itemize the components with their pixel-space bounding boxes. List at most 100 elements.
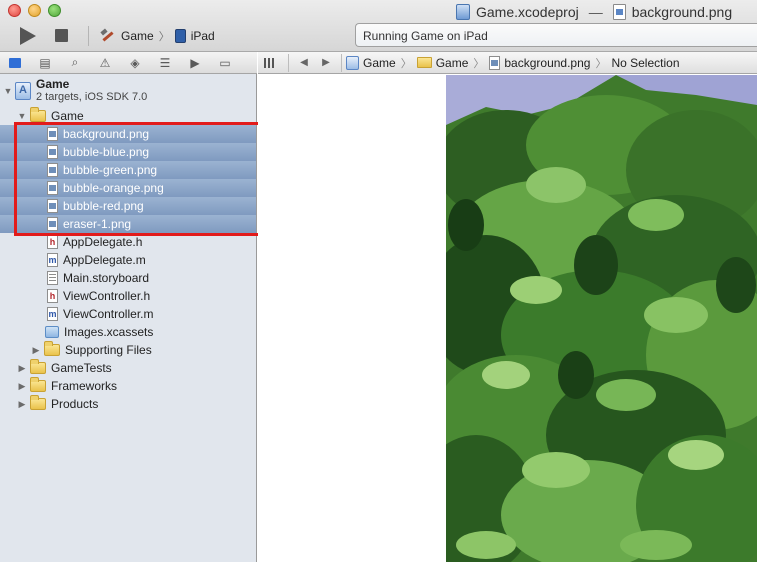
breadcrumb-label: Game xyxy=(363,55,396,70)
breakpoint-navigator-tab[interactable]: ▶ xyxy=(180,52,210,74)
file-label: ViewController.m xyxy=(63,307,154,321)
implementation-file-icon: m xyxy=(47,253,58,267)
file-row[interactable]: Images.xcassets xyxy=(0,323,256,341)
breakpoint-icon: ▶ xyxy=(190,55,200,70)
breadcrumb-label: Game xyxy=(435,55,469,70)
file-row[interactable]: h ViewController.h xyxy=(0,287,256,305)
toolbar-divider xyxy=(88,26,89,46)
chevron-right-icon: 〉 xyxy=(595,57,607,70)
test-diamond-icon: ◈ xyxy=(130,55,140,70)
breadcrumb-label: No Selection xyxy=(611,55,680,70)
folder-icon xyxy=(9,57,21,68)
jungle-image xyxy=(446,75,757,562)
header-file-icon: h xyxy=(47,289,58,303)
window-file-name: background.png xyxy=(631,4,733,20)
file-row[interactable]: m AppDelegate.m xyxy=(0,251,256,269)
png-file-icon xyxy=(489,55,501,70)
debug-navigator-tab[interactable]: ☰ xyxy=(150,52,180,74)
jumpbar-divider xyxy=(288,53,289,72)
highlight-annotation-box xyxy=(14,122,275,236)
group-row-products[interactable]: ▶ Products xyxy=(0,395,256,413)
disclosure-collapsed-icon[interactable]: ▶ xyxy=(17,399,27,410)
file-label: ViewController.h xyxy=(63,289,151,303)
activity-viewer: Running Game on iPad xyxy=(355,23,757,47)
disclosure-expanded-icon[interactable]: ▼ xyxy=(17,111,27,121)
group-row-supporting-files[interactable]: ▶ Supporting Files xyxy=(0,341,256,359)
search-icon: ⌕ xyxy=(71,55,79,69)
breadcrumb-group[interactable]: Game xyxy=(416,55,469,70)
run-button[interactable] xyxy=(20,27,36,45)
disclosure-collapsed-icon[interactable]: ▶ xyxy=(31,345,41,356)
asset-catalog-icon xyxy=(45,326,59,338)
file-row[interactable]: m ViewController.m xyxy=(0,305,256,323)
group-label: Frameworks xyxy=(51,379,118,393)
breadcrumb-label: background.png xyxy=(504,55,591,70)
test-navigator-tab[interactable]: ◈ xyxy=(120,52,150,74)
debug-gauge-icon: ☰ xyxy=(159,55,171,70)
breadcrumb-selection[interactable]: No Selection xyxy=(611,56,679,70)
project-row[interactable]: ▼ Game 2 targets, iOS SDK 7.0 xyxy=(0,75,256,107)
group-row-gametests[interactable]: ▶ GameTests xyxy=(0,359,256,377)
related-items-icon[interactable] xyxy=(264,57,276,68)
project-navigator-tab[interactable] xyxy=(0,52,30,74)
chevron-right-icon: 〉 xyxy=(158,31,170,43)
zoom-window-button[interactable] xyxy=(48,4,61,17)
xcodeproj-icon xyxy=(456,4,470,20)
group-label: GameTests xyxy=(51,361,112,375)
folder-icon xyxy=(30,359,46,374)
find-navigator-tab[interactable]: ⌕ xyxy=(60,52,90,74)
folder-icon xyxy=(416,57,432,68)
project-name: Game xyxy=(36,77,70,91)
scheme-selector[interactable]: Game 〉 iPad xyxy=(100,27,215,45)
group-label: Products xyxy=(51,397,99,411)
jumpbar-divider xyxy=(341,53,342,72)
group-label: Supporting Files xyxy=(65,343,152,357)
scheme-name: Game xyxy=(121,29,154,43)
issue-navigator-tab[interactable]: ⚠ xyxy=(90,52,120,74)
breadcrumb-file[interactable]: background.png xyxy=(489,55,591,70)
warning-icon: ⚠ xyxy=(99,55,111,70)
implementation-file-icon: m xyxy=(47,307,58,321)
device-name: iPad xyxy=(190,29,215,43)
file-label: AppDelegate.m xyxy=(63,253,146,267)
project-icon xyxy=(15,82,31,100)
image-preview xyxy=(446,75,757,562)
chevron-right-icon: 〉 xyxy=(473,57,485,70)
header-file-icon: h xyxy=(47,235,58,249)
window-toolbar: Game.xcodeproj — background.png Game 〉 i… xyxy=(0,0,757,52)
group-label: Game xyxy=(51,109,84,123)
file-label: Images.xcassets xyxy=(64,325,154,339)
project-subtitle: 2 targets, iOS SDK 7.0 xyxy=(36,91,148,103)
window-project-name: Game.xcodeproj xyxy=(476,4,579,20)
forward-arrow-icon[interactable]: ▶ xyxy=(315,57,337,68)
minimize-window-button[interactable] xyxy=(28,4,41,17)
project-icon xyxy=(346,55,359,70)
close-window-button[interactable] xyxy=(8,4,21,17)
storyboard-file-icon xyxy=(47,271,58,285)
folder-icon xyxy=(30,395,46,410)
folder-icon xyxy=(30,107,46,122)
hierarchy-icon: ▤ xyxy=(39,55,51,70)
folder-icon xyxy=(44,341,60,356)
back-arrow-icon[interactable]: ◀ xyxy=(293,57,315,68)
editor-area xyxy=(258,75,757,562)
file-label: Main.storyboard xyxy=(63,271,150,285)
symbol-navigator-tab[interactable]: ▤ xyxy=(30,52,60,74)
window-title-separator: — xyxy=(588,4,603,20)
window-title: Game.xcodeproj — background.png xyxy=(456,3,732,21)
file-row[interactable]: Main.storyboard xyxy=(0,269,256,287)
disclosure-expanded-icon[interactable]: ▼ xyxy=(3,86,13,96)
group-row-frameworks[interactable]: ▶ Frameworks xyxy=(0,377,256,395)
breadcrumb-project[interactable]: Game xyxy=(346,55,396,70)
stop-button[interactable] xyxy=(55,29,68,42)
disclosure-collapsed-icon[interactable]: ▶ xyxy=(17,381,27,392)
ipad-device-icon xyxy=(174,29,186,43)
disclosure-collapsed-icon[interactable]: ▶ xyxy=(17,363,27,374)
jump-bar: ◀ ▶ Game 〉 Game 〉 background.png 〉 No Se… xyxy=(258,52,757,74)
folder-icon xyxy=(30,377,46,392)
chevron-right-icon: 〉 xyxy=(400,57,412,70)
navigator-selector-bar: ▤ ⌕ ⚠ ◈ ☰ ▶ ▭ xyxy=(0,52,257,74)
log-navigator-tab[interactable]: ▭ xyxy=(210,52,240,74)
speech-bubble-icon: ▭ xyxy=(219,55,231,70)
file-label: AppDelegate.h xyxy=(63,235,143,249)
